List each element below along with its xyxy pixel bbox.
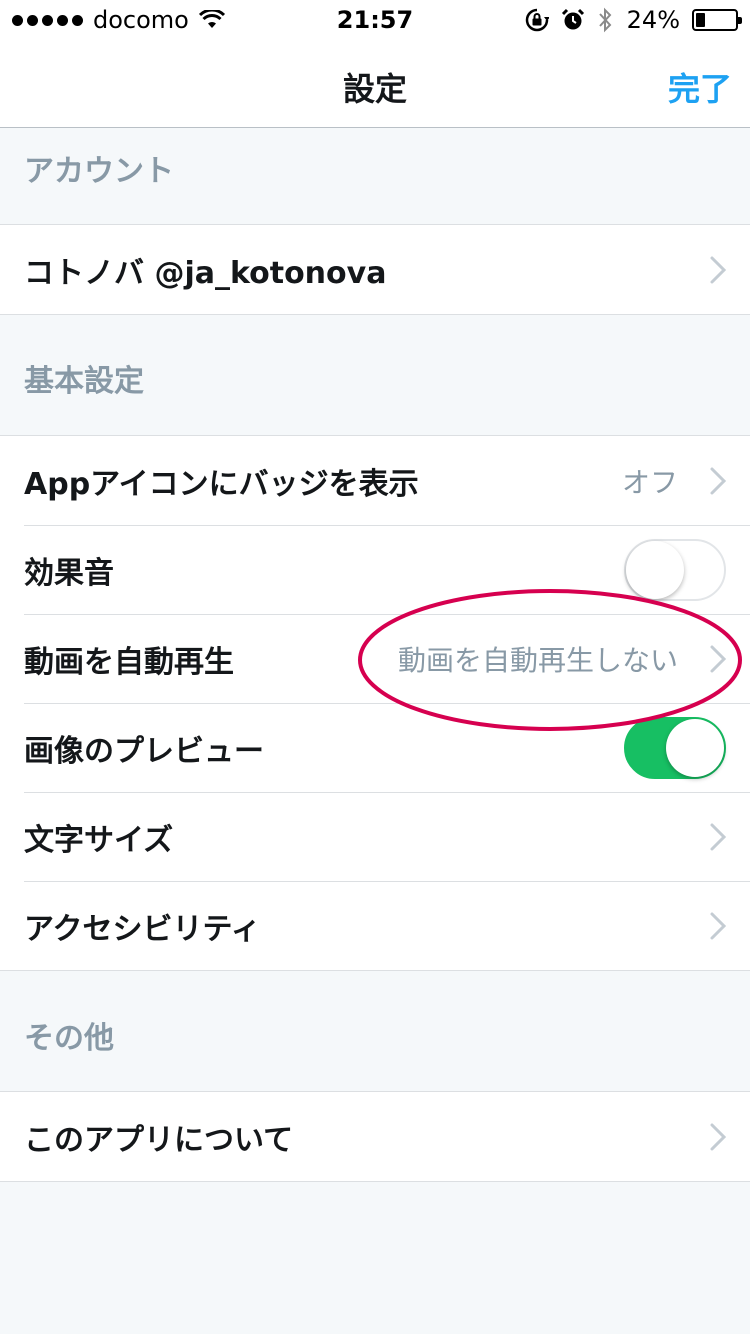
chevron-right-icon [710,256,727,284]
image-preview-toggle[interactable] [624,716,726,779]
section-header-account: アカウント [0,129,750,224]
sound-effects-row: 効果音 [0,525,750,614]
status-right: 24% [525,6,742,34]
nav-bar: 設定 完了 [0,40,750,128]
video-autoplay-row[interactable]: 動画を自動再生 動画を自動再生しない [0,614,750,703]
bluetooth-icon [598,7,612,33]
status-bar: docomo 21:57 24% [0,0,750,40]
sound-effects-toggle[interactable] [624,538,726,601]
battery-percent: 24% [626,6,680,34]
badge-setting-label: Appアイコンにバッジを表示 [24,466,419,502]
accessibility-row[interactable]: アクセシビリティ [0,881,750,970]
alarm-icon [561,8,584,30]
sound-effects-label: 効果音 [24,555,114,591]
about-app-label: このアプリについて [24,1122,294,1158]
accessibility-label: アクセシビリティ [24,911,261,947]
badge-setting-value: オフ [621,465,678,499]
account-label: コトノバ @ja_kotonova [24,255,387,291]
toggle-knob [666,718,724,777]
video-autoplay-label: 動画を自動再生 [24,644,234,680]
basic-group: Appアイコンにバッジを表示 オフ 効果音 動画を自動再生 動画を自動再生しない… [0,435,750,971]
page-title: 設定 [342,70,407,108]
section-header-other: その他 [0,971,750,1091]
image-preview-row: 画像のプレビュー [0,703,750,792]
chevron-right-icon [710,823,727,851]
toggle-knob [626,540,684,599]
chevron-right-icon [710,467,727,495]
about-app-row[interactable]: このアプリについて [0,1092,750,1181]
text-size-row[interactable]: 文字サイズ [0,792,750,881]
account-group: コトノバ @ja_kotonova [0,224,750,315]
video-autoplay-value: 動画を自動再生しない [397,643,678,677]
image-preview-label: 画像のプレビュー [24,733,264,769]
chevron-right-icon [710,645,727,673]
section-header-basic: 基本設定 [0,315,750,435]
rotation-lock-icon [525,8,549,32]
chevron-right-icon [710,912,727,940]
chevron-right-icon [710,1123,727,1151]
battery-icon [692,9,742,31]
done-button[interactable]: 完了 [668,64,732,110]
account-row[interactable]: コトノバ @ja_kotonova [0,225,750,314]
text-size-label: 文字サイズ [24,822,174,858]
badge-setting-row[interactable]: Appアイコンにバッジを表示 オフ [0,436,750,525]
other-group: このアプリについて [0,1091,750,1182]
